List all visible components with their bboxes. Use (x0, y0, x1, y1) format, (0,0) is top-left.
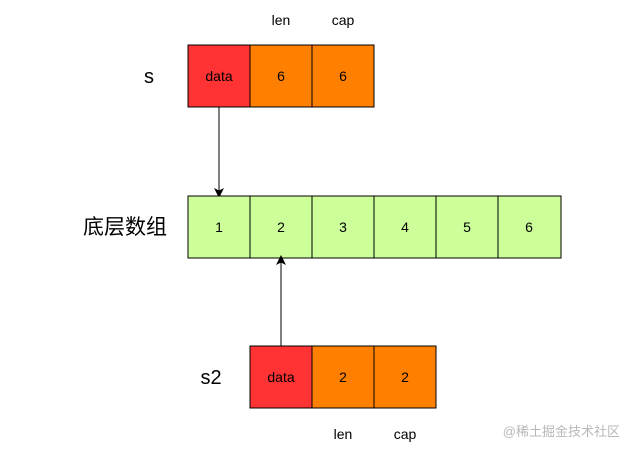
s2-len-value: 2 (339, 369, 347, 385)
array-value: 2 (277, 219, 285, 235)
s-len-header: len (272, 12, 291, 28)
slice-s2-struct: data 2 2 (249, 345, 437, 409)
slice-diagram: len cap s data 6 6 底层数组 1 2 3 4 5 6 s2 d… (83, 12, 620, 442)
s-cap-header: cap (332, 12, 355, 28)
s-len-value: 6 (277, 68, 285, 84)
slice-s-label: s (144, 66, 154, 88)
underlying-array: 1 2 3 4 5 6 (187, 195, 562, 259)
s2-cap-footer: cap (394, 426, 417, 442)
s-data-text: data (205, 68, 232, 84)
array-value: 1 (215, 219, 223, 235)
s-cap-value: 6 (339, 68, 347, 84)
array-value: 5 (463, 219, 471, 235)
slice-s-struct: data 6 6 (187, 44, 375, 108)
s2-data-text: data (267, 369, 294, 385)
slice-s2-label: s2 (200, 367, 221, 389)
array-value: 3 (339, 219, 347, 235)
underlying-array-label: 底层数组 (83, 216, 167, 239)
s2-len-footer: len (334, 426, 353, 442)
watermark-text: @稀土掘金技术社区 (503, 424, 620, 439)
array-value: 4 (401, 219, 409, 235)
array-value: 6 (525, 219, 533, 235)
s2-cap-value: 2 (401, 369, 409, 385)
